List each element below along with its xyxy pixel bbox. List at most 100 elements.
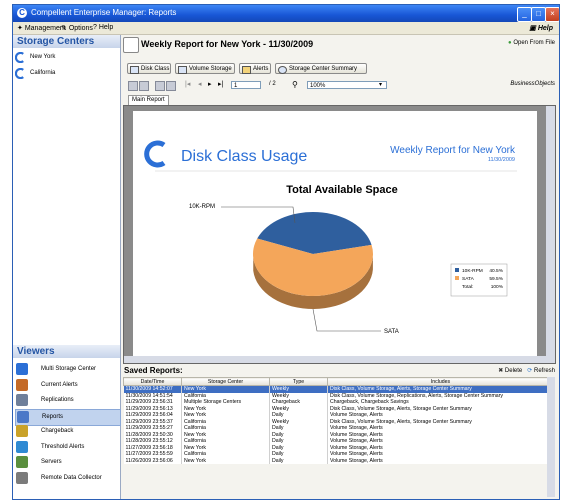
volume-storage-icon <box>178 66 187 74</box>
last-page-icon[interactable]: ▸| <box>218 80 223 88</box>
menu-management[interactable]: ✦ Management <box>17 24 66 32</box>
window-title: Compellent Enterprise Manager: Reports <box>31 8 177 17</box>
legend-value: 59.5% <box>489 276 503 282</box>
report-vertical-scrollbar[interactable] <box>546 106 555 363</box>
legend-swatch <box>455 268 459 272</box>
viewer-label: Servers <box>41 459 62 465</box>
viewers-heading: Viewers <box>13 345 120 358</box>
viewer-item-replications[interactable]: Replications <box>15 393 119 408</box>
table-vertical-scrollbar[interactable] <box>547 377 555 497</box>
viewer-label: Chargeback <box>41 428 74 434</box>
viewer-item-servers[interactable]: Servers <box>15 455 119 470</box>
storage-center-icon <box>15 68 24 79</box>
delete-button[interactable]: ✖ Delete <box>498 368 522 374</box>
table-row[interactable]: 11/26/2009 23:56:06 New York Daily Volume S… <box>123 457 554 464</box>
viewer-icon <box>16 378 28 391</box>
menu-bar: ✦ Management ✎ Options ? Help ▣ Help <box>13 22 559 35</box>
first-page-icon[interactable]: |◂ <box>185 80 190 88</box>
tab-main-report[interactable]: Main Report <box>128 95 169 105</box>
column-header-storage-center[interactable]: Storage Center <box>181 377 270 386</box>
saved-report-actions: ✖ Delete ⟳ Refresh <box>498 367 555 374</box>
page-total: / 2 <box>269 81 276 87</box>
print-icon[interactable] <box>128 81 138 91</box>
report-horizontal-scrollbar[interactable] <box>124 356 546 363</box>
app-logo-icon: C <box>17 8 27 18</box>
menu-help[interactable]: ? Help <box>93 24 113 31</box>
tab-storage-center-summary[interactable]: Storage Center Summary <box>275 63 367 74</box>
prev-page-icon[interactable]: ◂ <box>198 80 202 88</box>
viewer-icon <box>16 471 28 484</box>
viewer-item-remote-data-collector[interactable]: Remote Data Collector <box>15 471 119 486</box>
table-cell: Disk Class, Volume Storage, Alerts, Stor… <box>327 385 554 393</box>
pie-label-sata: SATA <box>384 329 399 335</box>
next-page-icon[interactable]: ▸ <box>208 80 212 88</box>
viewer-item-multi-storage-center[interactable]: Multi Storage Center <box>15 362 119 377</box>
viewer-icon <box>16 363 28 375</box>
app-window: C Compellent Enterprise Manager: Reports… <box>12 4 560 500</box>
table-row[interactable]: 11/30/2009 14:52:07 New York Weekly Disk Cl… <box>123 385 554 393</box>
legend-value: 100% <box>491 284 504 290</box>
column-header-datetime[interactable]: Date/Time <box>123 377 182 386</box>
report-title: Weekly Report for New York - 11/30/2009 <box>141 39 314 49</box>
viewer-label: Replications <box>41 397 74 403</box>
pie-leader-sata <box>312 308 381 332</box>
report-pane: Weekly Report for New York - 11/30/2009 … <box>121 35 559 499</box>
table-cell: 11/29/2009 23:56:04 <box>123 412 182 419</box>
tab-disk-class[interactable]: Disk Class <box>127 63 171 74</box>
viewer-icon <box>16 394 28 406</box>
compellent-logo-icon <box>144 140 166 168</box>
minimize-button[interactable]: _ <box>517 7 532 22</box>
table-cell: 11/29/2009 23:56:31 <box>123 399 182 406</box>
delete-icon: ✖ <box>498 368 504 374</box>
chart-title: Total Available Space <box>286 184 397 196</box>
export-icon[interactable] <box>139 81 149 91</box>
page-number-input[interactable]: 1 <box>231 81 261 89</box>
menu-options[interactable]: ✎ Options <box>61 24 93 32</box>
legend-label: Total: <box>462 284 473 290</box>
report-icon <box>123 37 139 53</box>
viewer-label: Reports <box>42 413 64 420</box>
viewer-label: Threshold Alerts <box>41 443 85 450</box>
viewer-item-chargeback[interactable]: Chargeback <box>15 424 119 439</box>
help-link[interactable]: ▣ Help <box>529 24 553 32</box>
column-header-includes[interactable]: Includes <box>327 377 554 386</box>
table-cell: 11/28/2009 23:55:12 <box>123 438 182 445</box>
viewer-item-reports[interactable]: Reports <box>15 408 121 426</box>
refresh-icon[interactable] <box>166 81 176 91</box>
page-date: 11/30/2009 <box>488 157 515 163</box>
title-bar[interactable]: C Compellent Enterprise Manager: Reports… <box>13 5 559 22</box>
viewer-item-threshold-alerts[interactable]: Threshold Alerts <box>15 440 119 455</box>
column-header-type[interactable]: Type <box>269 377 328 386</box>
storage-center-new-york[interactable]: New York <box>15 52 119 66</box>
table-cell: New York <box>181 385 270 393</box>
zoom-select[interactable]: 100% <box>307 81 387 89</box>
refresh-icon: ⟳ <box>527 368 533 374</box>
close-button[interactable]: × <box>545 7 559 22</box>
business-objects-logo: BusinessObjects <box>510 81 555 87</box>
viewer-item-current-alerts[interactable]: Current Alerts <box>15 378 119 393</box>
alerts-icon <box>242 66 251 74</box>
storage-center-california[interactable]: California <box>15 68 119 82</box>
disk-class-icon <box>130 66 139 74</box>
storage-center-icon <box>15 52 24 63</box>
table-cell: Weekly <box>269 385 328 393</box>
report-page: Disk Class Usage Weekly Report for New Y… <box>133 111 537 363</box>
table-cell: New York <box>181 457 270 464</box>
maximize-button[interactable]: □ <box>531 7 546 22</box>
page-heading: Disk Class Usage <box>181 148 307 165</box>
storage-center-icon <box>278 66 287 74</box>
viewer-label: Multi Storage Center <box>41 366 97 372</box>
open-from-file-button[interactable]: ● Open From File <box>508 40 555 46</box>
chevron-down-icon[interactable]: ▾ <box>379 81 382 88</box>
refresh-button[interactable]: ⟳ Refresh <box>527 368 555 374</box>
table-cell: 11/26/2009 23:56:06 <box>123 457 182 464</box>
tab-alerts[interactable]: Alerts <box>239 63 271 74</box>
report-page-canvas: Disk Class Usage Weekly Report for New Y… <box>144 140 517 335</box>
binoculars-icon[interactable]: ⚲ <box>292 80 298 89</box>
group-tree-icon[interactable] <box>155 81 165 91</box>
tab-volume-storage[interactable]: Volume Storage <box>175 63 235 74</box>
report-viewer-toolbar: |◂ ◂ ▸ ▸| 1 / 2 ⚲ 100% ▾ BusinessObjects <box>121 80 559 92</box>
report-viewport: Disk Class Usage Weekly Report for New Y… <box>123 105 556 364</box>
pie-chart <box>253 211 373 309</box>
legend-label: 10K-RPM <box>462 268 483 274</box>
